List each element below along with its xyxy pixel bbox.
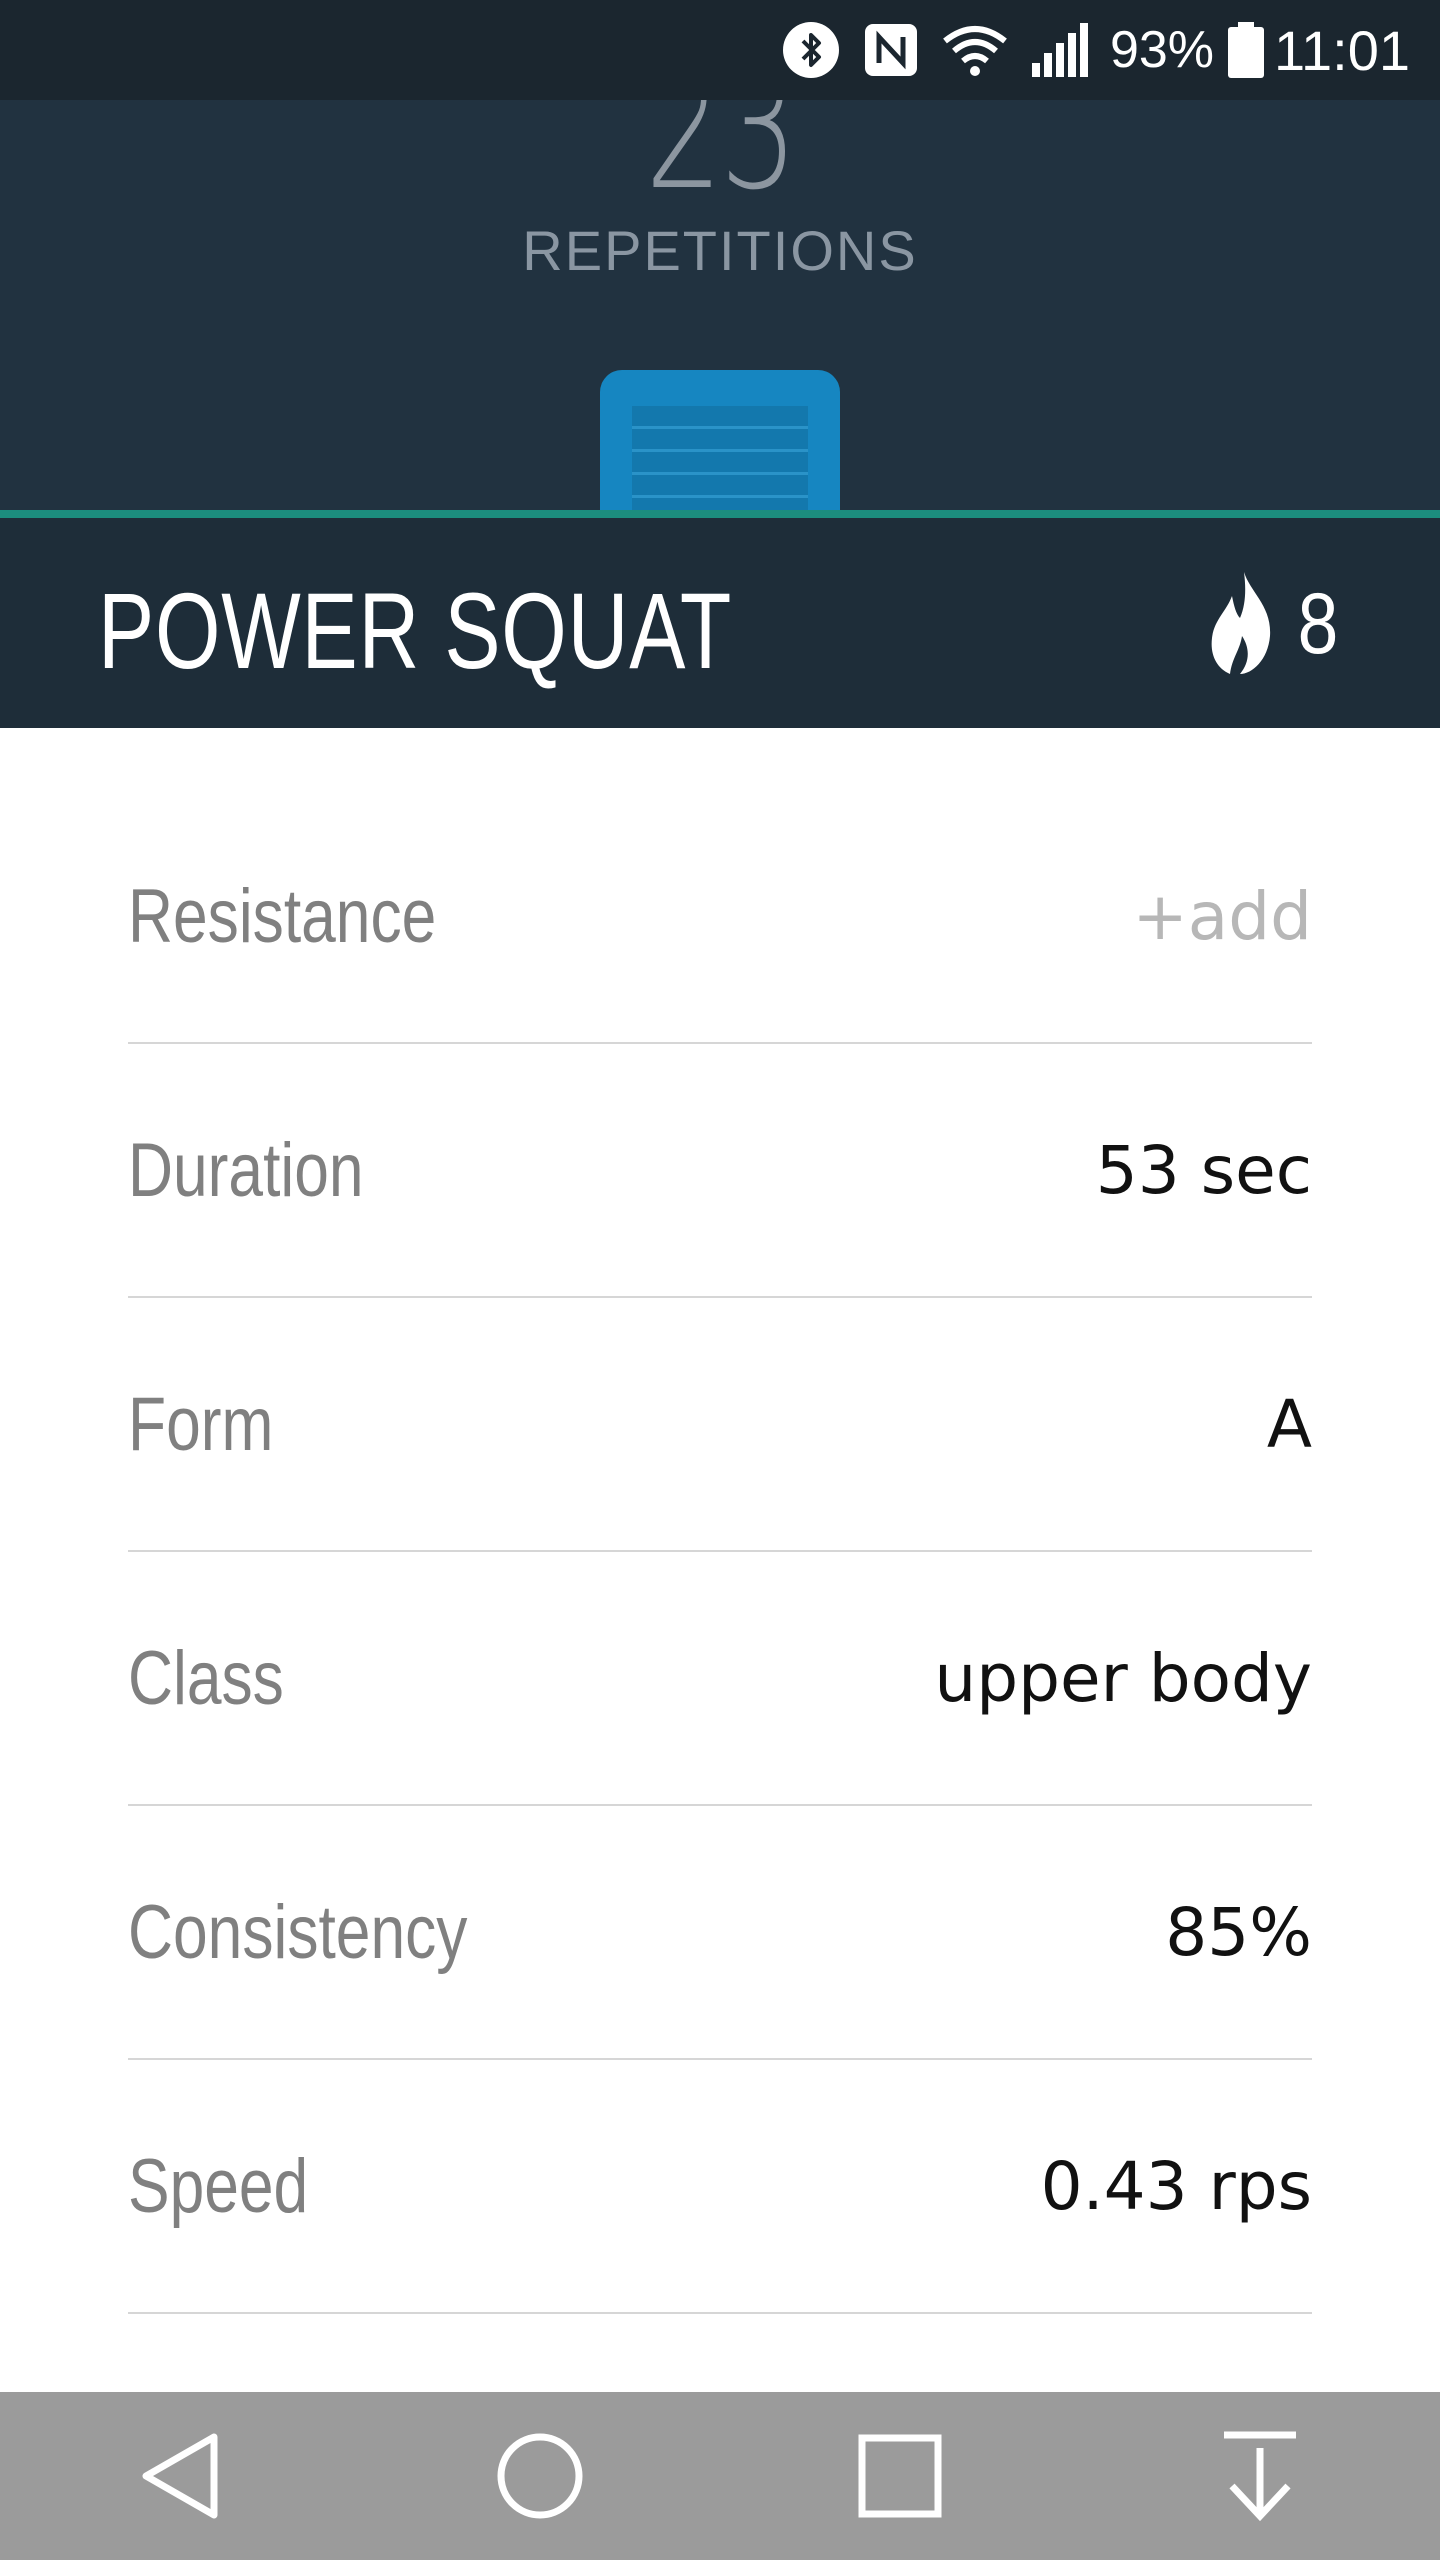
flame-icon: [1210, 570, 1272, 678]
notifications-down-icon: [1224, 2431, 1296, 2522]
detail-value: 0.43 rps: [1040, 2147, 1312, 2225]
system-nav-bar: [0, 2392, 1440, 2560]
detail-row-class: Class upper body: [128, 1552, 1312, 1806]
battery-icon: [1228, 22, 1265, 78]
detail-value: 53 sec: [1095, 1131, 1312, 1209]
detail-value: 85%: [1165, 1893, 1312, 1971]
detail-row-resistance: Resistance +add: [128, 790, 1312, 1044]
burn-indicator: 8: [1210, 570, 1342, 678]
notifications-button[interactable]: [1200, 2416, 1320, 2536]
battery-percent: 93%: [1109, 21, 1215, 79]
wifi-icon: [942, 23, 1008, 77]
bluetooth-icon: [782, 21, 840, 79]
detail-row-speed: Speed 0.43 rps: [128, 2060, 1312, 2314]
home-icon: [497, 2433, 583, 2519]
burn-value: 8: [1297, 575, 1339, 672]
exercise-details: Resistance +add Duration 53 sec Form A C…: [128, 790, 1312, 2314]
detail-label: Duration: [128, 1127, 364, 1213]
add-resistance-link[interactable]: +add: [1132, 878, 1312, 955]
recents-button[interactable]: [840, 2416, 960, 2536]
signal-icon: [1030, 23, 1088, 77]
nfc-icon: [862, 21, 920, 79]
clock: 11:01: [1274, 18, 1410, 82]
workout-header: 23 REPETITIONS: [0, 30, 1440, 518]
detail-label: Speed: [128, 2143, 309, 2229]
status-bar: 93% 11:01: [0, 0, 1440, 100]
back-button[interactable]: [120, 2416, 240, 2536]
detail-row-form: Form A: [128, 1298, 1312, 1552]
detail-label: Resistance: [128, 873, 437, 959]
exercise-title-bar: POWER SQUAT 8: [0, 518, 1440, 728]
home-button[interactable]: [480, 2416, 600, 2536]
repetition-label: REPETITIONS: [522, 219, 918, 282]
detail-value: A: [1266, 1385, 1312, 1463]
detail-label: Consistency: [128, 1889, 468, 1975]
accent-divider: [0, 510, 1440, 518]
recents-icon: [858, 2434, 942, 2518]
detail-row-duration: Duration 53 sec: [128, 1044, 1312, 1298]
tracker-device-image: [600, 370, 840, 512]
detail-value: upper body: [934, 1639, 1312, 1717]
detail-label: Class: [128, 1635, 284, 1721]
detail-label: Form: [128, 1381, 274, 1467]
back-icon: [142, 2433, 218, 2519]
detail-row-consistency: Consistency 85%: [128, 1806, 1312, 2060]
exercise-title: POWER SQUAT: [98, 570, 733, 691]
